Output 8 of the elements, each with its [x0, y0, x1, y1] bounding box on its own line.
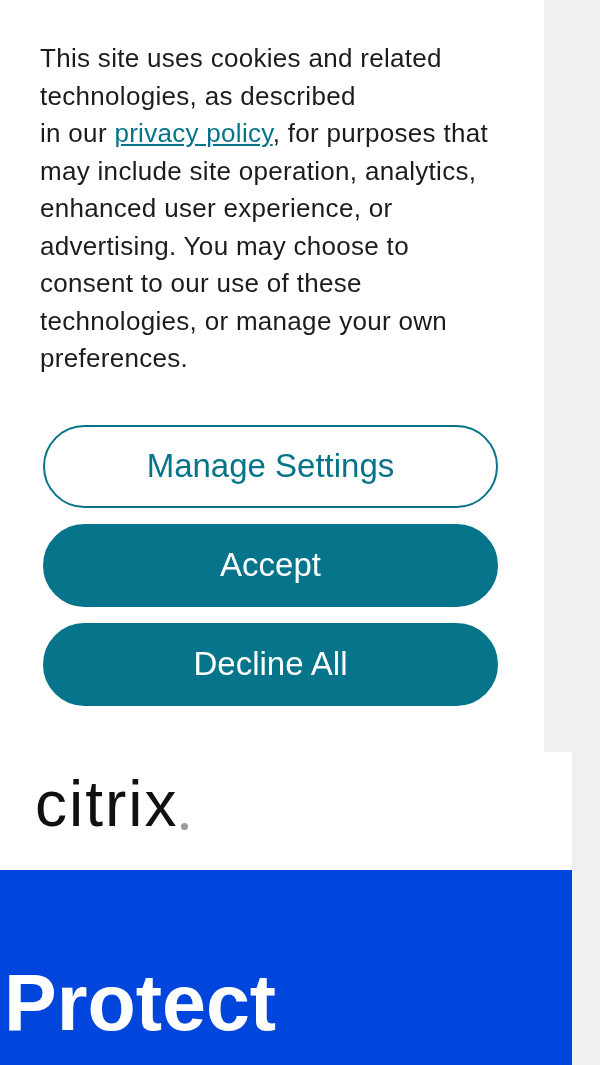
registered-mark-icon — [180, 823, 188, 830]
accept-button[interactable]: Accept — [43, 523, 498, 607]
manage-settings-button[interactable]: Manage Settings — [43, 424, 498, 508]
decline-button[interactable]: Decline All — [43, 622, 498, 706]
cookie-message: This site uses cookies and related technologies, as described in our privacy policy, for purposes that may include site operation, analytics, enhanced user experience, or advertising. You may choose to consent to our use of these technologies, or manage your own preferences. — [40, 42, 489, 375]
privacy-policy-link[interactable]: privacy policy — [114, 118, 273, 148]
logo-text[interactable]: citrix — [35, 772, 179, 836]
hero-heading: Protect — [4, 960, 278, 1047]
